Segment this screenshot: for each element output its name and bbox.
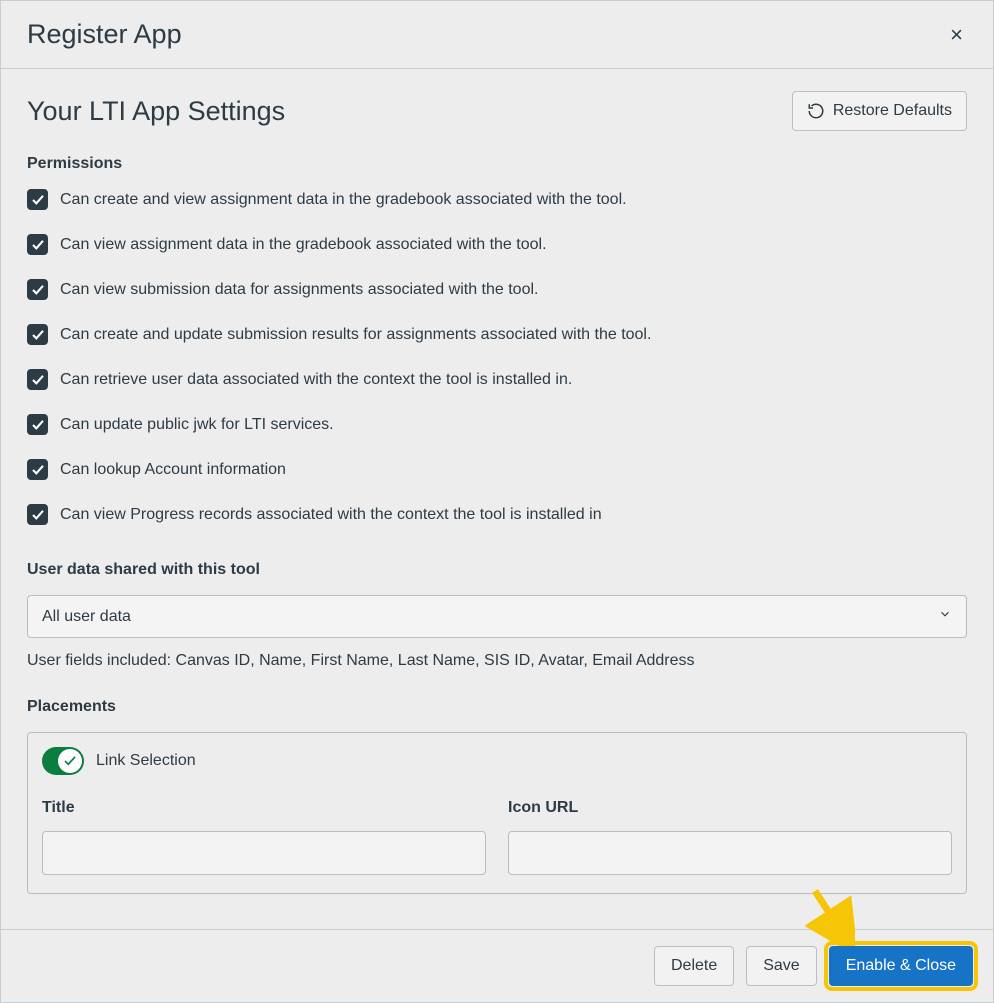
title-input[interactable] bbox=[42, 831, 486, 875]
icon-url-field-label: Icon URL bbox=[508, 799, 952, 817]
permission-row: Can view Progress records associated wit… bbox=[27, 504, 967, 525]
enable-close-highlight: Enable & Close bbox=[829, 946, 973, 986]
permission-row: Can view assignment data in the gradeboo… bbox=[27, 234, 967, 255]
toggle-knob bbox=[58, 749, 82, 773]
placement-card: Link Selection Title Icon URL bbox=[27, 732, 967, 894]
user-data-heading: User data shared with this tool bbox=[27, 561, 967, 579]
refresh-icon bbox=[807, 102, 825, 120]
restore-defaults-label: Restore Defaults bbox=[833, 102, 952, 120]
modal-footer: Delete Save Enable & Close bbox=[1, 929, 993, 1002]
permission-row: Can retrieve user data associated with t… bbox=[27, 369, 967, 390]
permission-row: Can create and view assignment data in t… bbox=[27, 189, 967, 210]
permissions-heading: Permissions bbox=[27, 155, 967, 173]
register-app-modal: Register App × Your LTI App Settings Res… bbox=[0, 0, 994, 1003]
restore-defaults-button[interactable]: Restore Defaults bbox=[792, 91, 967, 131]
permission-checkbox[interactable] bbox=[27, 234, 48, 255]
permission-label: Can view assignment data in the gradeboo… bbox=[60, 236, 547, 254]
permission-checkbox[interactable] bbox=[27, 189, 48, 210]
permission-row: Can lookup Account information bbox=[27, 459, 967, 480]
permission-row: Can create and update submission results… bbox=[27, 324, 967, 345]
placements-heading: Placements bbox=[27, 698, 967, 716]
permissions-section: Permissions Can create and view assignme… bbox=[27, 155, 967, 525]
permission-checkbox[interactable] bbox=[27, 459, 48, 480]
permission-label: Can view Progress records associated wit… bbox=[60, 506, 602, 524]
permission-checkbox[interactable] bbox=[27, 414, 48, 435]
permission-checkbox[interactable] bbox=[27, 324, 48, 345]
enable-close-button[interactable]: Enable & Close bbox=[829, 946, 973, 986]
placement-toggle-label: Link Selection bbox=[96, 752, 196, 770]
permission-label: Can update public jwk for LTI services. bbox=[60, 416, 334, 434]
permission-row: Can update public jwk for LTI services. bbox=[27, 414, 967, 435]
permission-label: Can create and view assignment data in t… bbox=[60, 191, 627, 209]
title-field-label: Title bbox=[42, 799, 486, 817]
permission-label: Can create and update submission results… bbox=[60, 326, 651, 344]
delete-button[interactable]: Delete bbox=[654, 946, 734, 986]
user-data-helper-text: User fields included: Canvas ID, Name, F… bbox=[27, 652, 967, 670]
user-data-section: User data shared with this tool All user… bbox=[27, 561, 967, 670]
placement-toggle[interactable] bbox=[42, 747, 84, 775]
title-field-group: Title bbox=[42, 799, 486, 875]
permission-checkbox[interactable] bbox=[27, 504, 48, 525]
chevron-down-icon bbox=[938, 607, 952, 626]
permission-checkbox[interactable] bbox=[27, 279, 48, 300]
placements-section: Placements Link Selection Title bbox=[27, 698, 967, 894]
settings-title: Your LTI App Settings bbox=[27, 96, 285, 127]
placement-toggle-row: Link Selection bbox=[42, 747, 952, 775]
modal-header: Register App × bbox=[1, 1, 993, 69]
modal-title: Register App bbox=[27, 19, 182, 50]
user-data-select[interactable]: All user data bbox=[27, 595, 967, 638]
user-data-selected-value: All user data bbox=[42, 608, 131, 626]
icon-url-field-group: Icon URL bbox=[508, 799, 952, 875]
modal-body: Your LTI App Settings Restore Defaults P… bbox=[1, 69, 993, 904]
close-icon[interactable]: × bbox=[946, 24, 967, 46]
permission-label: Can view submission data for assignments… bbox=[60, 281, 538, 299]
permission-label: Can retrieve user data associated with t… bbox=[60, 371, 572, 389]
permission-checkbox[interactable] bbox=[27, 369, 48, 390]
permission-row: Can view submission data for assignments… bbox=[27, 279, 967, 300]
save-button[interactable]: Save bbox=[746, 946, 816, 986]
permission-label: Can lookup Account information bbox=[60, 461, 286, 479]
settings-header: Your LTI App Settings Restore Defaults bbox=[27, 91, 967, 131]
placement-fields: Title Icon URL bbox=[42, 799, 952, 875]
icon-url-input[interactable] bbox=[508, 831, 952, 875]
